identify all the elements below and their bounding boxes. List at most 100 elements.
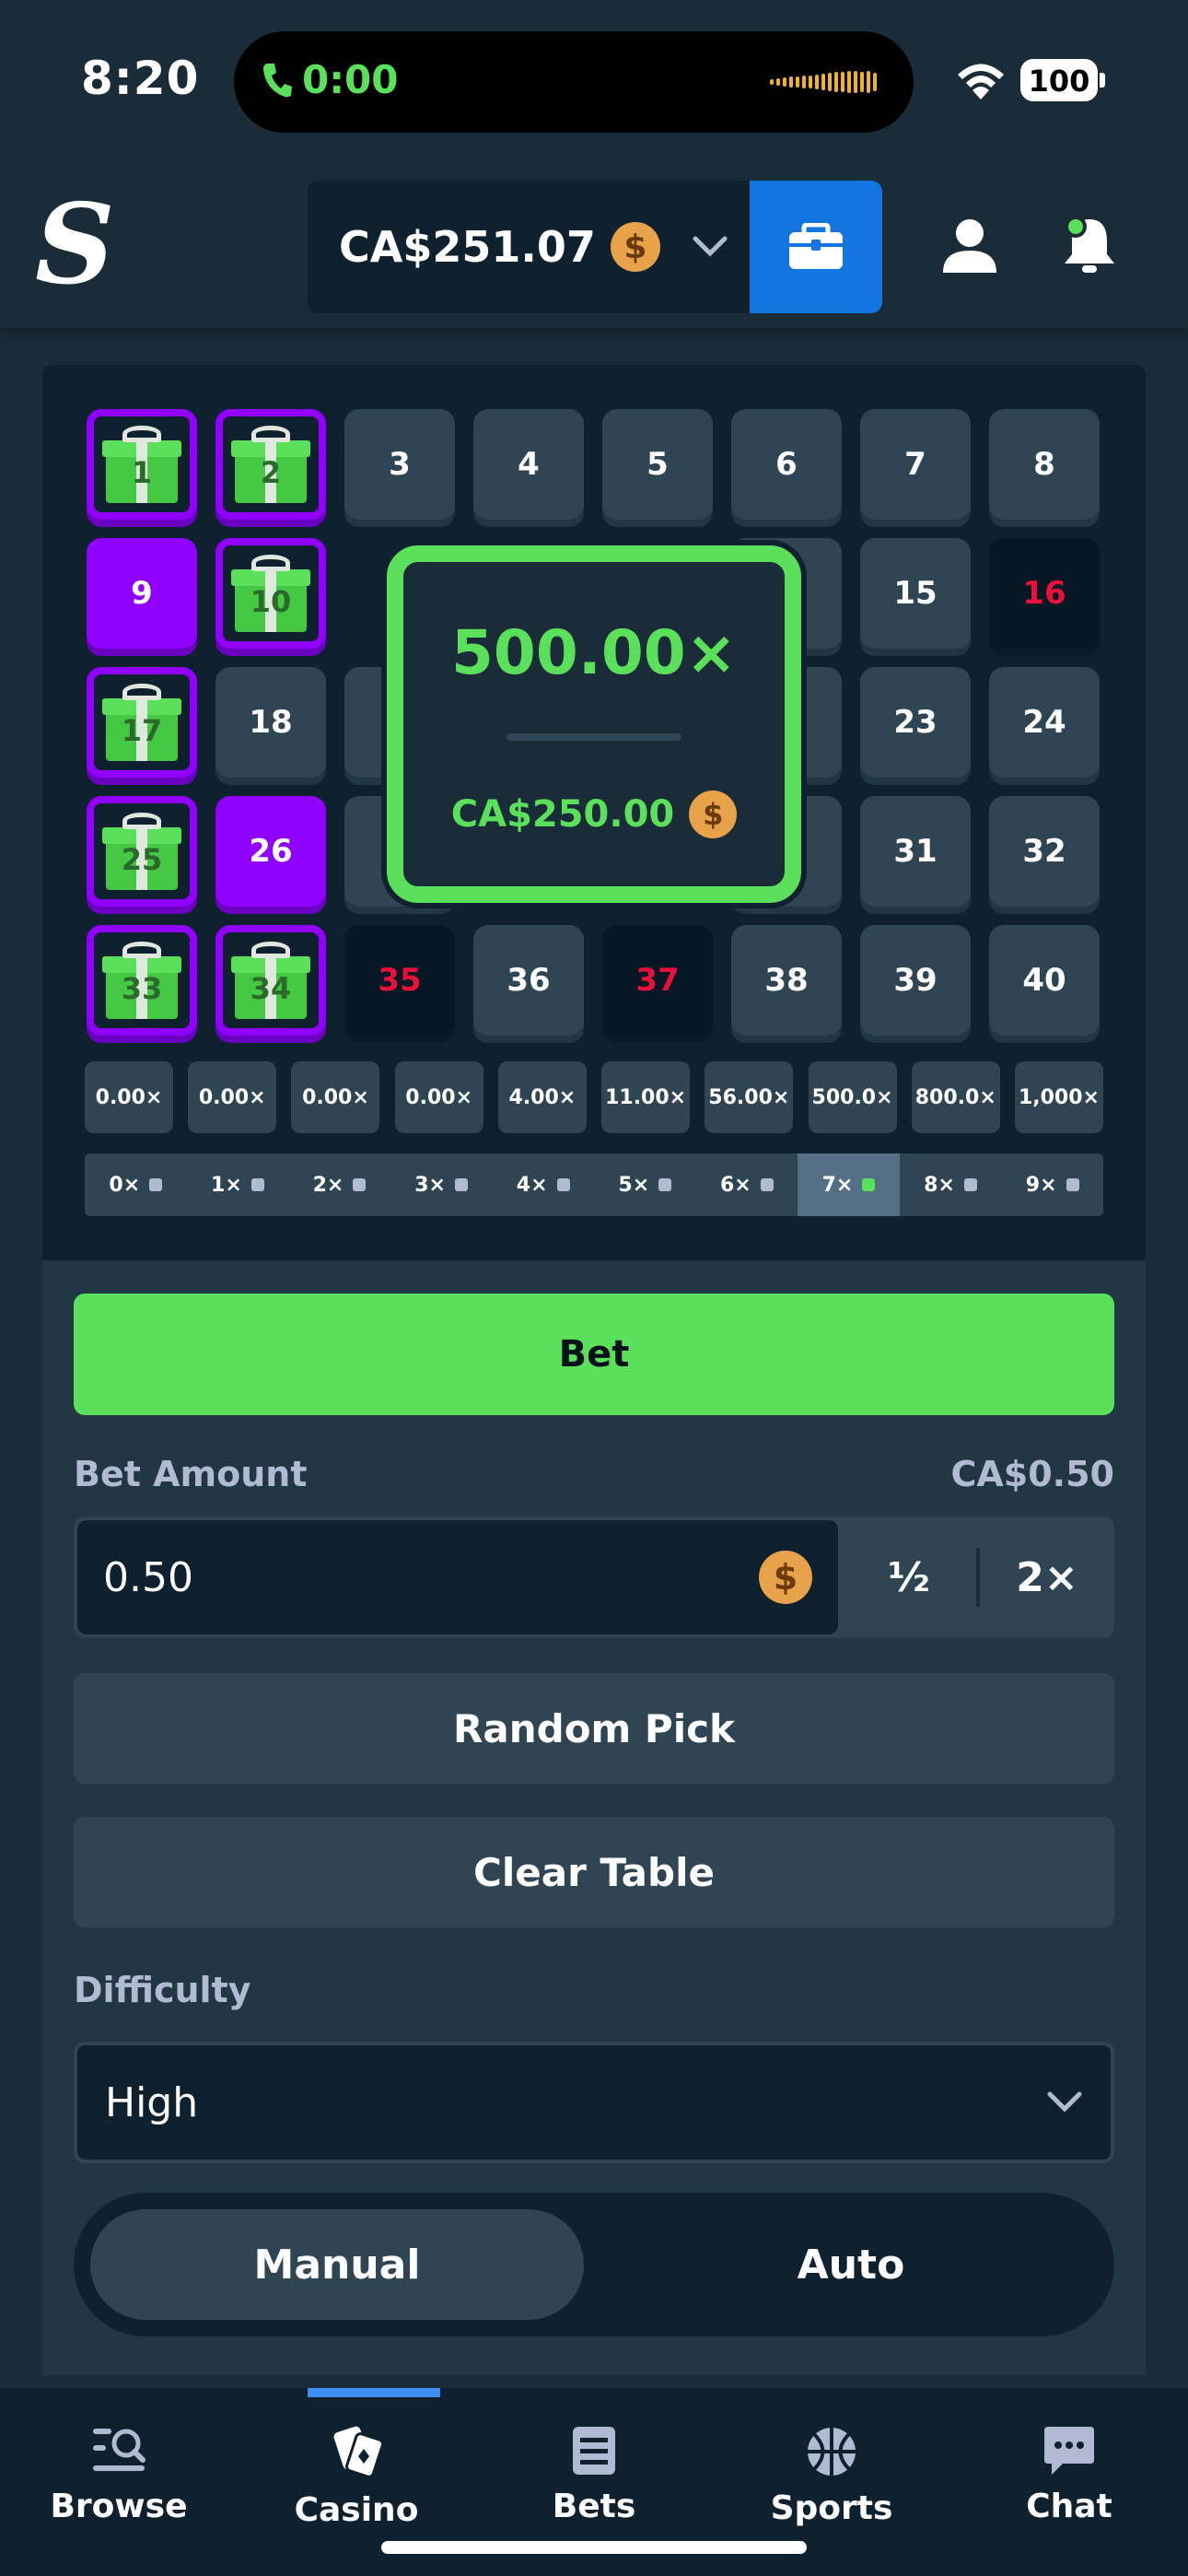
balance-dropdown[interactable]: CA$251.07 $ xyxy=(308,181,750,313)
tile-number: 17 xyxy=(121,713,163,748)
bet-button[interactable]: Bet xyxy=(74,1294,1114,1415)
tile[interactable]: 39 xyxy=(860,925,971,1036)
hit-label: 5× xyxy=(618,1173,650,1197)
nav-label: Casino xyxy=(294,2491,419,2529)
double-bet-button[interactable]: 2× xyxy=(980,1516,1114,1638)
tile[interactable]: 7 xyxy=(860,409,971,520)
wallet-selector[interactable]: CA$251.07 $ xyxy=(308,181,882,313)
hit-count: 2× xyxy=(288,1153,390,1216)
gift-icon: 34 xyxy=(231,942,310,1019)
tile-selected[interactable]: 26 xyxy=(215,796,326,907)
tile[interactable]: 36 xyxy=(473,925,584,1036)
hit-label: 2× xyxy=(312,1173,344,1197)
gift-icon: 25 xyxy=(102,813,181,890)
tile-number: 4 xyxy=(518,446,540,483)
tile[interactable]: 8 xyxy=(989,409,1100,520)
dynamic-island[interactable]: 0:00 xyxy=(234,31,914,133)
nav-label: Browse xyxy=(50,2488,188,2525)
balance-amount: CA$251.07 xyxy=(339,222,596,272)
popup-divider xyxy=(507,733,681,741)
tile[interactable]: 32 xyxy=(989,796,1100,907)
tile-gem[interactable]: 10 xyxy=(215,538,326,649)
tile-number: 9 xyxy=(131,575,153,612)
mode-toggle: Manual Auto xyxy=(74,2193,1114,2336)
win-payout-amount: CA$250.00 xyxy=(450,793,675,836)
tile-number: 24 xyxy=(1022,704,1066,741)
gem-indicator-icon xyxy=(1066,1178,1079,1191)
random-pick-button[interactable]: Random Pick xyxy=(74,1673,1114,1784)
chevron-down-icon xyxy=(1047,2091,1082,2113)
hit-label: 7× xyxy=(821,1173,854,1197)
tile-gem[interactable]: 2 xyxy=(215,409,326,520)
tile-miss[interactable]: 37 xyxy=(602,925,713,1036)
tile-gem[interactable]: 1 xyxy=(87,409,197,520)
user-icon[interactable] xyxy=(941,217,998,275)
tile[interactable]: 4 xyxy=(473,409,584,520)
tile-miss[interactable]: 35 xyxy=(344,925,455,1036)
tile-number: 38 xyxy=(764,962,809,999)
tile-gem[interactable]: 25 xyxy=(87,796,197,907)
difficulty-select[interactable]: High xyxy=(74,2042,1114,2163)
nav-label: Sports xyxy=(770,2489,893,2527)
brand-logo[interactable]: S xyxy=(35,190,115,300)
currency-coin-icon: $ xyxy=(610,222,660,272)
tile-gem[interactable]: 17 xyxy=(87,667,197,778)
chat-icon xyxy=(1044,2427,1094,2475)
hit-label: 4× xyxy=(516,1173,548,1197)
tile-number: 39 xyxy=(893,962,938,999)
clear-table-button[interactable]: Clear Table xyxy=(74,1817,1114,1927)
tile[interactable]: 38 xyxy=(731,925,842,1036)
casino-icon xyxy=(333,2426,384,2478)
nav-chat[interactable]: Chat xyxy=(950,2388,1188,2576)
tile-number: 3 xyxy=(389,446,411,483)
tile-miss[interactable]: 16 xyxy=(989,538,1100,649)
tile[interactable]: 31 xyxy=(860,796,971,907)
tile-number: 18 xyxy=(249,704,293,741)
auto-tab[interactable]: Auto xyxy=(604,2209,1098,2320)
bet-amount-value: 0.50 xyxy=(103,1553,193,1601)
bet-amount-input[interactable]: 0.50 $ xyxy=(77,1520,838,1634)
tile-gem[interactable]: 34 xyxy=(215,925,326,1036)
call-indicator[interactable]: 0:00 xyxy=(262,57,398,102)
bell-icon[interactable] xyxy=(1059,214,1120,276)
tile-number: 2 xyxy=(260,455,282,490)
payout-multiplier: 4.00× xyxy=(497,1061,587,1133)
hit-label: 3× xyxy=(414,1173,446,1197)
gem-indicator-icon xyxy=(353,1178,367,1191)
tile[interactable]: 40 xyxy=(989,925,1100,1036)
call-time: 0:00 xyxy=(302,57,399,102)
tile-number: 33 xyxy=(121,971,163,1006)
tile[interactable]: 15 xyxy=(860,538,971,649)
gem-indicator-icon xyxy=(250,1178,264,1191)
nav-browse[interactable]: Browse xyxy=(0,2388,238,2576)
currency-coin-icon: $ xyxy=(759,1551,812,1604)
hit-label: 8× xyxy=(924,1173,955,1197)
tile[interactable]: 5 xyxy=(602,409,713,520)
tile-number: 1 xyxy=(131,455,153,490)
tile[interactable]: 24 xyxy=(989,667,1100,778)
gem-indicator-icon xyxy=(963,1178,977,1191)
hit-count: 1× xyxy=(187,1153,289,1216)
tile[interactable]: 3 xyxy=(344,409,455,520)
tile[interactable]: 6 xyxy=(731,409,842,520)
gift-icon: 10 xyxy=(231,555,310,632)
home-indicator[interactable] xyxy=(381,2541,807,2554)
tile[interactable]: 23 xyxy=(860,667,971,778)
hit-count: 4× xyxy=(492,1153,594,1216)
gem-indicator-icon xyxy=(149,1178,163,1191)
manual-tab[interactable]: Manual xyxy=(90,2209,584,2320)
tile-selected[interactable]: 9 xyxy=(87,538,197,649)
tile-gem[interactable]: 33 xyxy=(87,925,197,1036)
chevron-down-icon xyxy=(693,236,728,257)
wallet-button[interactable] xyxy=(750,181,882,313)
difficulty-value: High xyxy=(105,2078,199,2126)
bet-controls: Bet Bet Amount CA$0.50 0.50 $ ½ 2× Rando… xyxy=(42,1260,1146,2375)
tile-number: 25 xyxy=(121,842,163,877)
hit-count: 5× xyxy=(594,1153,696,1216)
active-tab-indicator xyxy=(308,2388,440,2397)
half-bet-button[interactable]: ½ xyxy=(842,1516,976,1638)
gift-icon: 1 xyxy=(102,426,181,503)
tile-number: 31 xyxy=(893,833,938,870)
phone-icon xyxy=(263,63,292,97)
tile[interactable]: 18 xyxy=(215,667,326,778)
